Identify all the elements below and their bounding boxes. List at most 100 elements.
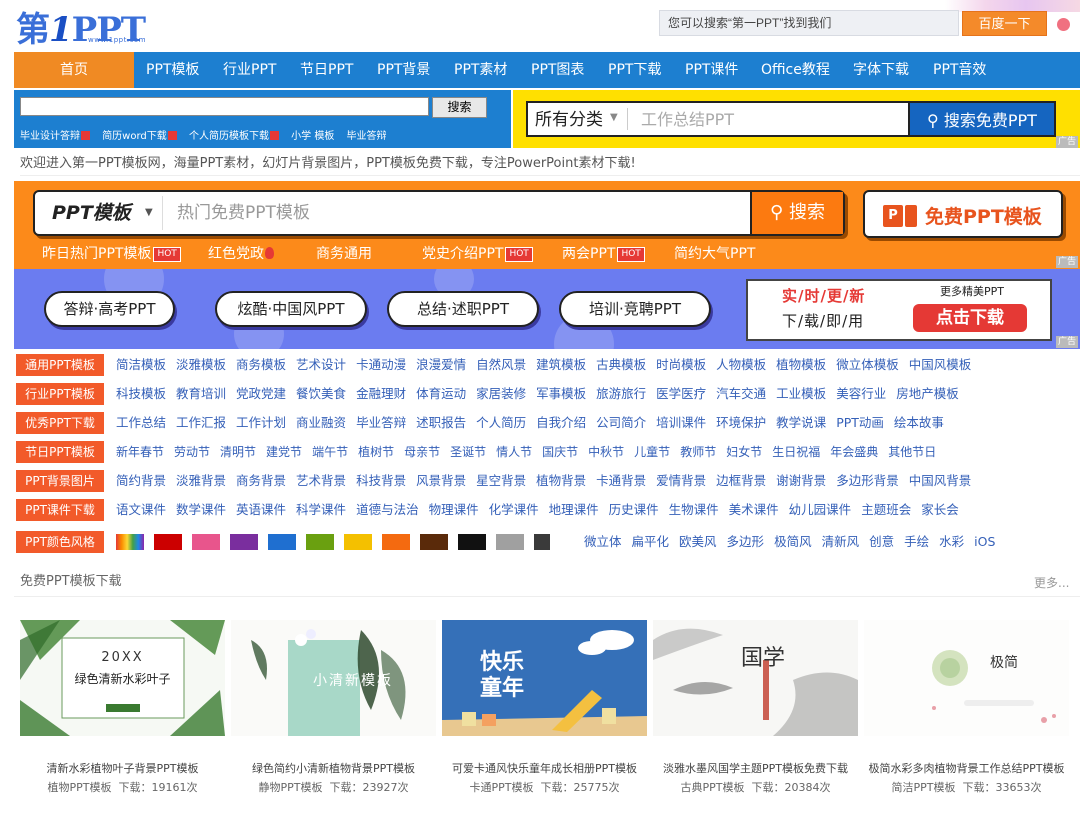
- ad-link[interactable]: 商务通用: [316, 243, 372, 265]
- promo-pill-defense[interactable]: 答辩·高考PPT: [44, 291, 175, 327]
- color-swatch[interactable]: [230, 534, 258, 550]
- category-link[interactable]: 谢谢背景: [776, 473, 826, 488]
- template-thumbnail[interactable]: 20XX 绿色清新水彩叶子: [20, 620, 225, 736]
- category-link[interactable]: 商业融资: [296, 415, 346, 430]
- color-swatch[interactable]: [458, 534, 486, 550]
- color-swatch[interactable]: [306, 534, 334, 550]
- ad-link[interactable]: 党史介绍PPT HOT: [422, 243, 533, 265]
- category-link[interactable]: 党政党建: [236, 386, 286, 401]
- category-link[interactable]: 工作汇报: [176, 415, 226, 430]
- category-link[interactable]: 情人节: [496, 445, 532, 459]
- template-title[interactable]: 淡雅水墨风国学主题PPT模板免费下载: [653, 761, 858, 776]
- category-link[interactable]: 语文课件: [116, 502, 166, 517]
- nav-ppt-material[interactable]: PPT素材: [454, 52, 507, 88]
- category-link[interactable]: 建党节: [266, 445, 302, 459]
- category-link[interactable]: 植物背景: [536, 473, 586, 488]
- category-link[interactable]: 星空背景: [476, 473, 526, 488]
- category-link[interactable]: 儿童节: [634, 445, 670, 459]
- site-logo[interactable]: 第1PPT www.1ppt.com: [16, 6, 181, 50]
- baidu-search-input[interactable]: 您可以搜索“第一PPT”找到我们: [659, 10, 959, 36]
- template-category[interactable]: 植物PPT模板: [48, 781, 112, 794]
- category-link[interactable]: 中秋节: [588, 445, 624, 459]
- baidu-search-button[interactable]: 百度一下: [962, 11, 1047, 36]
- category-link[interactable]: 工作总结: [116, 415, 166, 430]
- style-link[interactable]: 清新风: [822, 534, 860, 549]
- nav-holiday-ppt[interactable]: 节日PPT: [300, 52, 353, 88]
- category-link[interactable]: 淡雅背景: [176, 473, 226, 488]
- category-link[interactable]: 艺术设计: [296, 357, 346, 372]
- category-link[interactable]: 人物模板: [716, 357, 766, 372]
- category-link[interactable]: PPT动画: [836, 415, 884, 430]
- category-link[interactable]: 旅游旅行: [596, 386, 646, 401]
- category-link[interactable]: 工作计划: [236, 415, 286, 430]
- template-thumbnail[interactable]: 小清新模板: [231, 620, 436, 736]
- category-link[interactable]: 年会盛典: [830, 445, 878, 459]
- category-link[interactable]: 清明节: [220, 445, 256, 459]
- nav-ppt-template[interactable]: PPT模板: [146, 52, 199, 88]
- category-link[interactable]: 爱情背景: [656, 473, 706, 488]
- category-link[interactable]: 幼儿园课件: [789, 502, 852, 517]
- color-swatch[interactable]: [268, 534, 296, 550]
- template-type-select[interactable]: PPT模板: [52, 199, 131, 227]
- color-swatch[interactable]: [154, 534, 182, 550]
- nav-industry-ppt[interactable]: 行业PPT: [223, 52, 276, 88]
- nav-ppt-download[interactable]: PPT下载: [608, 52, 661, 88]
- color-swatch[interactable]: [344, 534, 372, 550]
- category-link[interactable]: 圣诞节: [450, 445, 486, 459]
- category-link[interactable]: 英语课件: [236, 502, 286, 517]
- nav-ppt-background[interactable]: PPT背景: [377, 52, 430, 88]
- category-link[interactable]: 历史课件: [609, 502, 659, 517]
- style-link[interactable]: 创意: [869, 534, 894, 549]
- category-link[interactable]: 植物模板: [776, 357, 826, 372]
- template-category[interactable]: 古典PPT模板: [681, 781, 745, 794]
- category-link[interactable]: 微立体模板: [836, 357, 899, 372]
- category-link[interactable]: 主题班会: [861, 502, 911, 517]
- style-link[interactable]: 扁平化: [632, 534, 670, 549]
- category-search-input[interactable]: 工作总结PPT: [641, 109, 734, 131]
- color-swatch[interactable]: [496, 534, 524, 550]
- category-label[interactable]: PPT背景图片: [16, 470, 104, 492]
- ad-link[interactable]: 两会PPT HOT: [562, 243, 645, 265]
- template-card[interactable]: 20XX 绿色清新水彩叶子 清新水彩植物叶子背景PPT模板 植物PPT模板 下载…: [20, 604, 225, 800]
- category-link[interactable]: 房地产模板: [896, 386, 959, 401]
- site-search-button[interactable]: 搜索: [432, 97, 487, 118]
- category-link[interactable]: 时尚模板: [656, 357, 706, 372]
- template-card[interactable]: 快乐童年 可爱卡通风快乐童年成长相册PPT模板 卡通PPT模板 下载：25775…: [442, 604, 647, 800]
- category-link[interactable]: 浪漫爱情: [416, 357, 466, 372]
- category-link[interactable]: 绘本故事: [894, 415, 944, 430]
- color-swatch-rainbow[interactable]: [116, 534, 144, 550]
- ad-link[interactable]: 红色党政: [208, 243, 274, 265]
- category-link[interactable]: 卡通背景: [596, 473, 646, 488]
- category-link[interactable]: 妇女节: [726, 445, 762, 459]
- category-link[interactable]: 商务背景: [236, 473, 286, 488]
- color-swatch[interactable]: [192, 534, 220, 550]
- category-label[interactable]: PPT颜色风格: [16, 531, 104, 553]
- category-link[interactable]: 端午节: [312, 445, 348, 459]
- keyword-link[interactable]: 个人简历模板下载: [189, 131, 279, 142]
- category-link[interactable]: 军事模板: [536, 386, 586, 401]
- style-link[interactable]: 欧美风: [679, 534, 717, 549]
- category-link[interactable]: 科学课件: [296, 502, 346, 517]
- category-link[interactable]: 生日祝福: [772, 445, 820, 459]
- color-swatch[interactable]: [534, 534, 550, 550]
- category-link[interactable]: 美容行业: [836, 386, 886, 401]
- category-link[interactable]: 边框背景: [716, 473, 766, 488]
- promo-pill-summary[interactable]: 总结·述职PPT: [387, 291, 539, 327]
- style-link[interactable]: iOS: [974, 534, 995, 549]
- category-link[interactable]: 建筑模板: [536, 357, 586, 372]
- template-thumbnail[interactable]: 快乐童年: [442, 620, 647, 736]
- category-label[interactable]: 行业PPT模板: [16, 383, 104, 405]
- category-link[interactable]: 淡雅模板: [176, 357, 226, 372]
- template-category[interactable]: 静物PPT模板: [259, 781, 323, 794]
- nav-ppt-chart[interactable]: PPT图表: [531, 52, 584, 88]
- color-swatch[interactable]: [420, 534, 448, 550]
- category-link[interactable]: 家长会: [921, 502, 959, 517]
- template-search-button[interactable]: ⚲ 搜索: [750, 192, 843, 234]
- style-link[interactable]: 手绘: [904, 534, 929, 549]
- category-link[interactable]: 自然风景: [476, 357, 526, 372]
- category-link[interactable]: 家居装修: [476, 386, 526, 401]
- category-link[interactable]: 简约背景: [116, 473, 166, 488]
- promo-pill-chinese-style[interactable]: 炫酷·中国风PPT: [215, 291, 367, 327]
- template-card[interactable]: 国学 淡雅水墨风国学主题PPT模板免费下载 古典PPT模板 下载：20384次: [653, 604, 858, 800]
- category-link[interactable]: 教学说课: [776, 415, 826, 430]
